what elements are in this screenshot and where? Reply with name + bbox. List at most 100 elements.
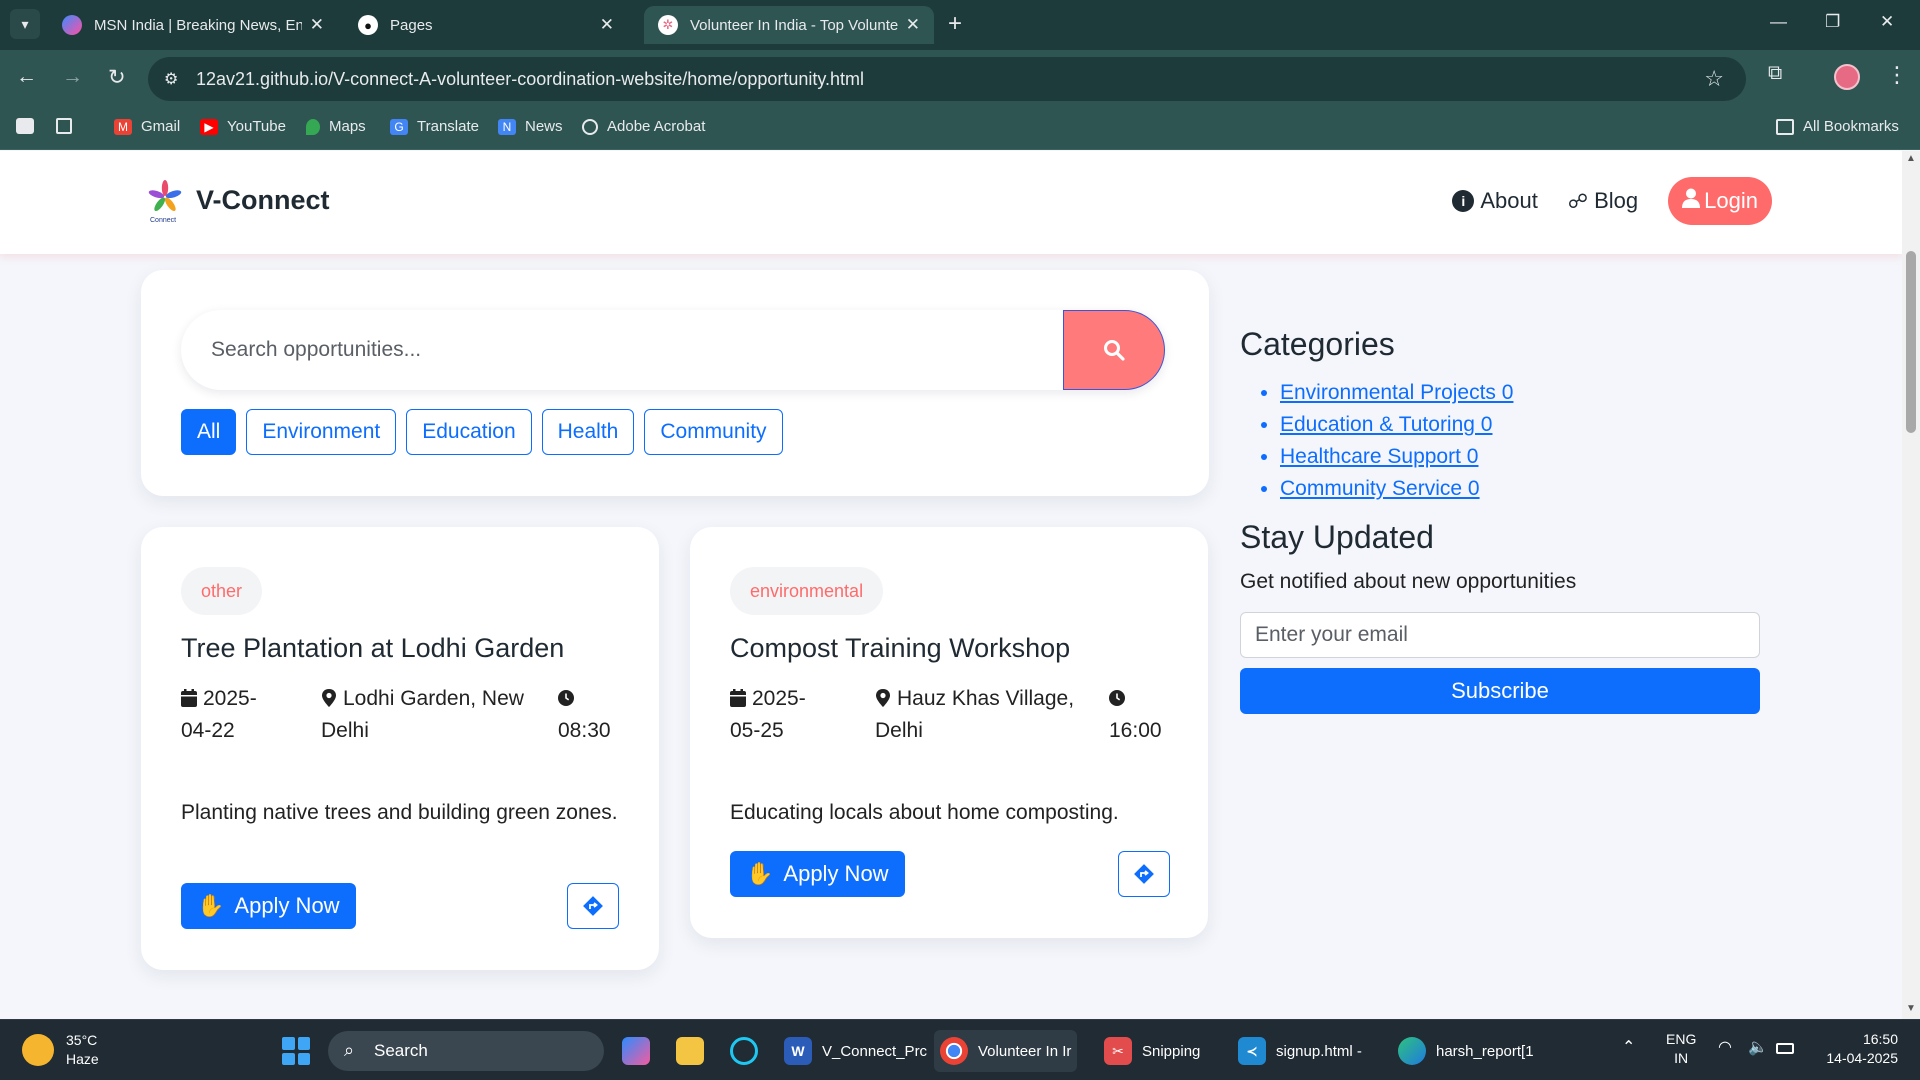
- extensions-icon[interactable]: ⧉: [1768, 62, 1782, 85]
- alexa-icon[interactable]: [724, 1030, 764, 1072]
- taskbar-app-chrome[interactable]: Volunteer In Ir: [934, 1030, 1078, 1072]
- reload-icon[interactable]: ↻: [108, 65, 126, 90]
- site-info-icon[interactable]: ⚙: [164, 69, 194, 89]
- tab-groups-icon[interactable]: [16, 118, 43, 134]
- show-hidden-icons[interactable]: ⌃: [1622, 1038, 1635, 1057]
- search-icon: ⌕: [344, 1040, 355, 1060]
- category-list: Environmental Projects 0 Education & Tut…: [1240, 377, 1760, 505]
- back-icon[interactable]: ←: [16, 65, 37, 89]
- new-tab-icon[interactable]: +: [948, 11, 962, 37]
- email-field[interactable]: [1240, 612, 1760, 658]
- battery-icon[interactable]: [1776, 1040, 1794, 1059]
- nav-about-link[interactable]: i About: [1452, 188, 1538, 214]
- weather-widget[interactable]: 35°C Haze: [22, 1031, 99, 1069]
- file-explorer-icon[interactable]: [670, 1030, 710, 1072]
- category-tag: environmental: [730, 567, 884, 615]
- all-bookmarks[interactable]: All Bookmarks: [1776, 118, 1899, 135]
- snipping-tool-icon: ✂: [1104, 1037, 1132, 1065]
- calendar-icon: [730, 689, 746, 707]
- windows-start-icon[interactable]: [282, 1037, 310, 1065]
- sidebar: Categories Environmental Projects 0 Educ…: [1240, 326, 1760, 714]
- scroll-thumb[interactable]: [1906, 251, 1916, 433]
- bookmark-gmail[interactable]: M Gmail: [114, 118, 180, 135]
- taskbar-search[interactable]: ⌕ Search: [328, 1031, 604, 1071]
- close-window-icon[interactable]: ✕: [1880, 12, 1894, 32]
- tab-search-button[interactable]: ▾: [10, 9, 40, 39]
- browser-tab-msn[interactable]: MSN India | Breaking News, Ent ✕: [48, 6, 338, 44]
- web-page: Connect V-Connect i About ☍ Blog Login S…: [0, 151, 1902, 1019]
- maps-icon: [306, 118, 320, 135]
- taskbar-app-snipping[interactable]: ✂ Snipping: [1098, 1030, 1206, 1072]
- wifi-icon[interactable]: ◠: [1718, 1038, 1732, 1057]
- close-tab-icon[interactable]: ✕: [906, 15, 920, 35]
- bookmarks-bar: M Gmail ▶ YouTube Maps G Translate N News Ad…: [0, 108, 1920, 150]
- taskbar-app-edge[interactable]: harsh_report[1: [1392, 1030, 1540, 1072]
- github-icon: ●: [358, 15, 378, 35]
- user-icon: [1682, 188, 1701, 214]
- bookmark-youtube[interactable]: ▶ YouTube: [200, 118, 286, 135]
- directions-icon: [583, 896, 603, 916]
- browser-tab-pages[interactable]: ● Pages ✕: [344, 6, 628, 44]
- chrome-icon: [940, 1037, 968, 1065]
- language-indicator[interactable]: ENG IN: [1666, 1030, 1696, 1068]
- scroll-up-icon[interactable]: ▲: [1906, 153, 1916, 164]
- hand-icon: ✋: [197, 893, 225, 918]
- word-icon: W: [784, 1037, 812, 1065]
- apps-grid-icon[interactable]: [56, 118, 81, 134]
- category-link-education[interactable]: Education & Tutoring 0: [1280, 413, 1492, 436]
- address-bar-row: ← → ↻ ⚙ 12av21.github.io/V-connect-A-vol…: [0, 50, 1920, 108]
- apply-now-button[interactable]: ✋ Apply Now: [181, 883, 356, 929]
- category-link-environmental[interactable]: Environmental Projects 0: [1280, 381, 1513, 404]
- category-link-community[interactable]: Community Service 0: [1280, 477, 1480, 500]
- directions-button[interactable]: [567, 883, 619, 929]
- bookmark-adobe-acrobat[interactable]: Adobe Acrobat: [582, 118, 705, 135]
- hand-icon: ✋: [746, 861, 774, 886]
- calendar-icon: [181, 689, 197, 707]
- apply-now-button[interactable]: ✋ Apply Now: [730, 851, 905, 897]
- list-item: Community Service 0: [1280, 473, 1760, 505]
- page-scrollbar[interactable]: ▲ ▼: [1902, 151, 1920, 1019]
- tab-title: Pages: [390, 16, 433, 34]
- search-panel: All Environment Education Health Communi…: [141, 270, 1209, 496]
- directions-button[interactable]: [1118, 851, 1170, 897]
- bookmark-maps[interactable]: Maps: [306, 118, 366, 135]
- taskbar-app-word[interactable]: W V_Connect_Prc: [778, 1030, 933, 1072]
- close-tab-icon[interactable]: ✕: [600, 15, 614, 35]
- nav-blog-link[interactable]: ☍ Blog: [1568, 188, 1638, 214]
- search-box: [181, 310, 1165, 390]
- login-button[interactable]: Login: [1668, 177, 1772, 225]
- close-tab-icon[interactable]: ✕: [310, 15, 324, 35]
- filter-education[interactable]: Education: [406, 409, 532, 455]
- subscribe-button[interactable]: Subscribe: [1240, 668, 1760, 714]
- filter-environment[interactable]: Environment: [246, 409, 397, 455]
- bookmark-translate[interactable]: G Translate: [390, 118, 479, 135]
- copilot-icon[interactable]: [616, 1030, 656, 1072]
- filter-health[interactable]: Health: [541, 409, 635, 455]
- more-menu-icon[interactable]: ⋮: [1886, 62, 1908, 88]
- opportunity-date: 2025- 05-25: [730, 687, 806, 742]
- bookmark-news[interactable]: N News: [498, 118, 563, 135]
- browser-tab-volunteer[interactable]: ✲ Volunteer In India - Top Volunte ✕: [644, 6, 934, 44]
- search-input[interactable]: [181, 310, 1069, 390]
- category-link-healthcare[interactable]: Healthcare Support 0: [1280, 445, 1478, 468]
- scroll-down-icon[interactable]: ▼: [1906, 1003, 1916, 1014]
- url-text[interactable]: 12av21.github.io/V-connect-A-volunteer-c…: [196, 69, 864, 90]
- haze-sun-icon: [22, 1034, 54, 1066]
- clock[interactable]: 16:50 14-04-2025: [1818, 1030, 1898, 1068]
- filter-community[interactable]: Community: [644, 409, 783, 455]
- search-button[interactable]: [1063, 310, 1165, 390]
- folder-icon: [1776, 118, 1794, 135]
- omnibox[interactable]: ⚙ 12av21.github.io/V-connect-A-volunteer…: [148, 57, 1746, 101]
- bookmark-star-icon[interactable]: ☆: [1704, 66, 1724, 92]
- taskbar-app-vscode[interactable]: ≺ signup.html -: [1232, 1030, 1368, 1072]
- volume-icon[interactable]: 🔈: [1748, 1038, 1768, 1057]
- profile-avatar[interactable]: [1834, 64, 1860, 90]
- brand[interactable]: Connect V-Connect: [146, 179, 330, 227]
- tab-title: Volunteer In India - Top Volunte: [690, 16, 898, 34]
- opportunity-description: Planting native trees and building green…: [181, 801, 618, 824]
- forward-icon[interactable]: →: [62, 65, 83, 89]
- filter-all[interactable]: All: [181, 409, 237, 455]
- newsletter-subtitle: Get notified about new opportunities: [1240, 570, 1577, 593]
- minimize-icon[interactable]: —: [1770, 12, 1787, 32]
- restore-icon[interactable]: ❐: [1825, 12, 1840, 32]
